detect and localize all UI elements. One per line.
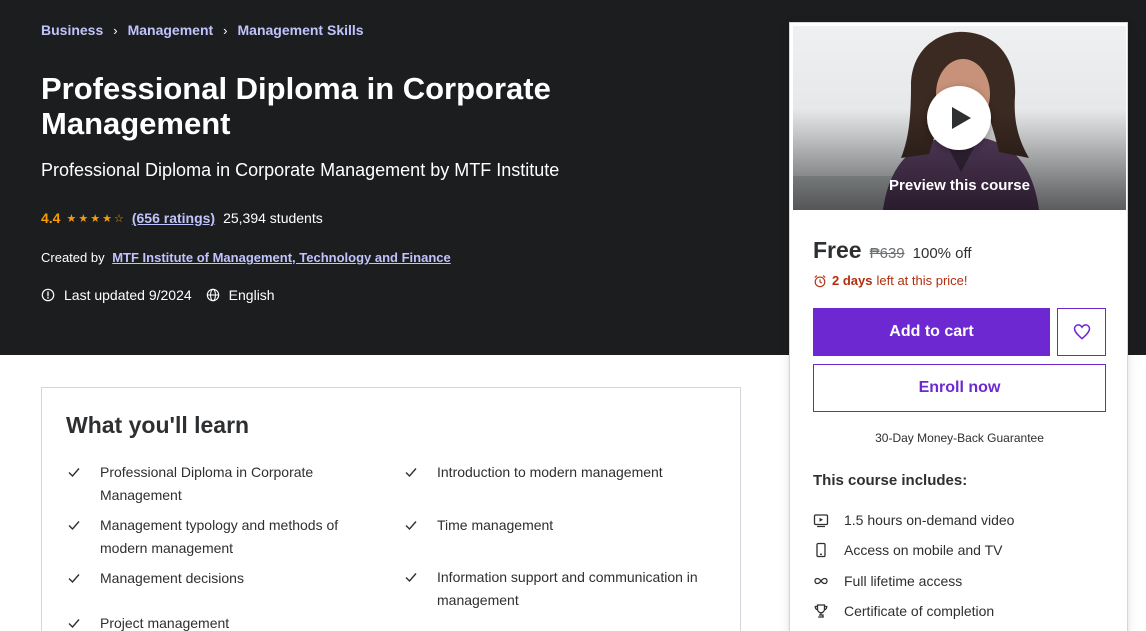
current-price: Free bbox=[813, 237, 862, 263]
learn-item-text: Introduction to modern management bbox=[437, 464, 663, 480]
instructor-link[interactable]: MTF Institute of Management, Technology … bbox=[112, 250, 451, 265]
trophy-icon bbox=[814, 604, 828, 618]
enroll-now-button[interactable]: Enroll now bbox=[813, 364, 1106, 412]
breadcrumb: Business › Management › Management Skill… bbox=[41, 22, 364, 38]
chevron-right-icon: › bbox=[113, 22, 118, 38]
include-item-text: 1.5 hours on-demand video bbox=[844, 512, 1015, 529]
course-language: English bbox=[228, 287, 275, 303]
include-item-text: Certificate of completion bbox=[844, 603, 995, 620]
check-icon bbox=[405, 573, 417, 583]
heart-icon bbox=[1073, 324, 1090, 340]
learn-item: Information support and communication in… bbox=[403, 566, 713, 611]
rating-summary: 4.4 ★ ★ ★ ★ ☆ (656 ratings) 25,394 stude… bbox=[41, 210, 323, 226]
course-title: Professional Diploma in Corporate Manage… bbox=[41, 71, 551, 141]
star-icon: ★ bbox=[102, 212, 112, 225]
price-row: Free ₱639 100% off bbox=[813, 237, 972, 264]
price-deadline: 2 days left at this price! bbox=[813, 273, 968, 288]
check-icon bbox=[68, 468, 80, 478]
created-by: Created by MTF Institute of Management, … bbox=[41, 250, 451, 265]
star-icon: ★ bbox=[90, 212, 101, 225]
includes-title: This course includes: bbox=[813, 472, 968, 489]
deadline-days: 2 days bbox=[832, 273, 873, 288]
alarm-clock-icon bbox=[814, 274, 826, 287]
deadline-text: left at this price! bbox=[876, 273, 968, 288]
course-preview-video[interactable]: Preview this course bbox=[793, 26, 1126, 210]
breadcrumb-business[interactable]: Business bbox=[41, 22, 103, 38]
check-icon bbox=[405, 520, 417, 530]
learn-list-left: Professional Diploma in Corporate Manage… bbox=[66, 461, 366, 631]
course-meta: Last updated 9/2024 English bbox=[41, 287, 275, 303]
learn-list-right: Introduction to modern management Time m… bbox=[403, 461, 713, 619]
learn-item: Project management bbox=[66, 612, 366, 631]
purchase-card: Preview this course Free ₱639 100% off 2… bbox=[789, 22, 1128, 631]
globe-icon bbox=[206, 288, 219, 302]
learn-heading: What you'll learn bbox=[66, 412, 250, 438]
video-icon bbox=[813, 514, 829, 528]
course-subtitle: Professional Diploma in Corporate Manage… bbox=[41, 160, 560, 180]
learn-item: Management typology and methods of moder… bbox=[66, 514, 366, 559]
alert-clock-icon bbox=[41, 288, 55, 302]
infinity-icon bbox=[814, 577, 828, 584]
created-by-label: Created by bbox=[41, 250, 105, 265]
star-rating: ★ ★ ★ ★ ☆ bbox=[66, 212, 125, 225]
last-updated: Last updated 9/2024 bbox=[64, 287, 192, 303]
students-count: 25,394 students bbox=[223, 210, 323, 226]
mobile-icon bbox=[816, 543, 826, 558]
learn-item: Professional Diploma in Corporate Manage… bbox=[66, 461, 366, 506]
add-to-cart-button[interactable]: Add to cart bbox=[813, 308, 1050, 356]
star-icon: ★ bbox=[66, 212, 77, 225]
learn-item-text: Professional Diploma in Corporate Manage… bbox=[100, 464, 314, 503]
star-icon: ★ bbox=[78, 212, 89, 225]
include-item-text: Access on mobile and TV bbox=[844, 542, 1003, 559]
learn-item-text: Management typology and methods of moder… bbox=[100, 517, 339, 556]
what-youll-learn: What you'll learn Professional Diploma i… bbox=[41, 387, 741, 631]
ratings-count-link[interactable]: (656 ratings) bbox=[132, 210, 215, 226]
include-item-text: Full lifetime access bbox=[844, 572, 963, 589]
learn-item-text: Time management bbox=[437, 516, 554, 533]
check-icon bbox=[405, 468, 417, 478]
learn-item-text: Project management bbox=[100, 614, 230, 631]
breadcrumb-management[interactable]: Management bbox=[128, 22, 214, 38]
rating-value: 4.4 bbox=[41, 210, 61, 226]
include-item: Certificate of completion bbox=[813, 596, 1014, 626]
play-icon[interactable] bbox=[927, 86, 991, 150]
check-icon bbox=[68, 521, 80, 531]
discount-percent: 100% off bbox=[912, 245, 972, 262]
learn-item-text: Information support and communication in… bbox=[437, 569, 698, 608]
half-star-icon: ☆ bbox=[113, 212, 124, 225]
money-back-guarantee: 30-Day Money-Back Guarantee bbox=[875, 431, 1044, 445]
learn-item-text: Management decisions bbox=[100, 570, 244, 586]
original-price: ₱639 bbox=[869, 245, 905, 262]
learn-item: Introduction to modern management bbox=[403, 461, 713, 484]
include-item: Access on mobile and TV bbox=[813, 535, 1014, 565]
include-item: Full lifetime access bbox=[813, 566, 1014, 596]
learn-item: Management decisions bbox=[66, 567, 366, 590]
include-item: 1.5 hours on-demand video bbox=[813, 505, 1014, 535]
check-icon bbox=[68, 618, 80, 628]
chevron-right-icon: › bbox=[223, 22, 228, 38]
breadcrumb-management-skills[interactable]: Management Skills bbox=[238, 22, 364, 38]
preview-label: Preview this course bbox=[889, 177, 1030, 194]
wishlist-button[interactable] bbox=[1057, 308, 1106, 356]
check-icon bbox=[68, 574, 80, 584]
includes-list: 1.5 hours on-demand video Access on mobi… bbox=[813, 505, 1014, 626]
learn-item: Time management bbox=[403, 514, 713, 537]
